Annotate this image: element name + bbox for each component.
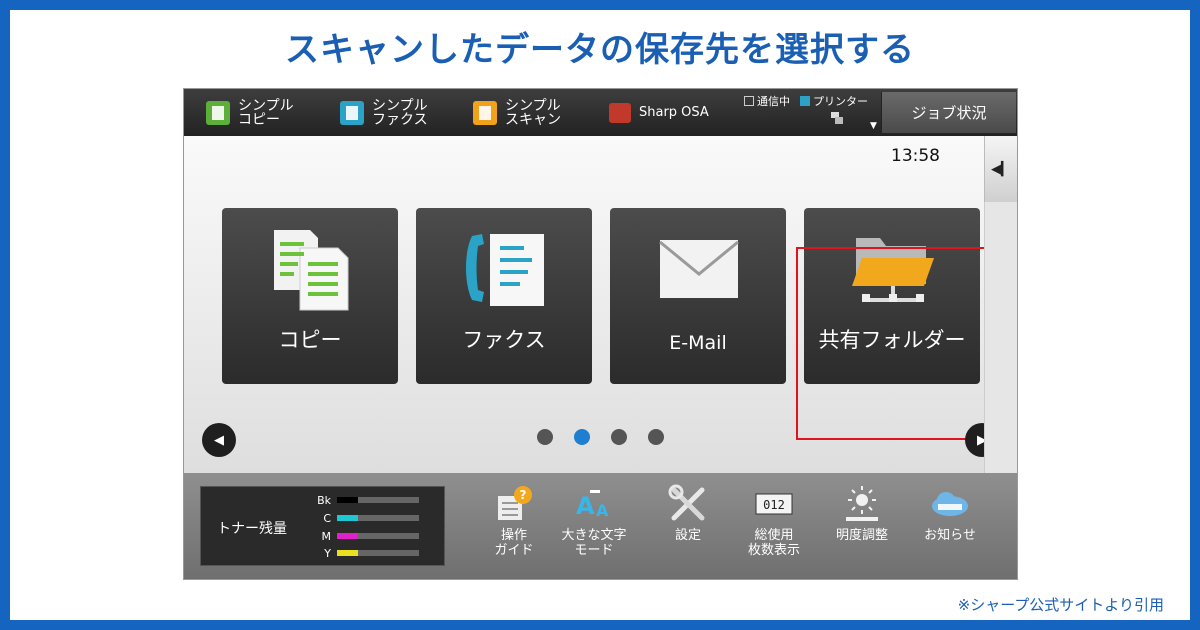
page-dot[interactable]	[611, 429, 627, 445]
page-dot-active[interactable]	[574, 429, 590, 445]
printer-dropdown-icon[interactable]: ▼	[870, 121, 877, 131]
toner-level-panel: トナー残量 Bk C M Y	[200, 486, 445, 566]
tool-label: 総使用 枚数表示	[747, 528, 800, 558]
simple-fax-icon	[340, 101, 364, 125]
clock: 13:58	[891, 146, 940, 166]
svg-text:A: A	[576, 492, 595, 520]
brightness-icon	[846, 486, 878, 521]
chevron-left-icon: ◀	[214, 432, 224, 448]
notifications-button[interactable]: お知らせ	[912, 483, 988, 543]
toner-title: トナー残量	[217, 521, 287, 537]
status-indicators: 通信中 プリンター	[744, 93, 868, 109]
quick-label: シンプル コピー	[238, 98, 294, 128]
toner-fill	[337, 515, 358, 521]
tools-icon	[668, 484, 705, 521]
settings-button[interactable]: 設定	[650, 483, 726, 543]
printer-indicator-icon	[800, 96, 810, 106]
sharp-osa-icon	[609, 103, 631, 123]
simple-scan-icon	[473, 101, 497, 125]
brightness-button[interactable]: 明度調整	[824, 483, 900, 543]
side-arrow-icon: ◀▎	[991, 161, 1011, 177]
tool-label: 大きな文字 モード	[561, 528, 627, 558]
home-main-area: 13:58 コピー ファクス E-Mail 共有フォルダー ◀ ▶	[184, 136, 999, 473]
side-panel-track	[984, 202, 1017, 473]
top-bar: シンプル コピー シンプル ファクス シンプル スキャン Sharp OSA 通…	[184, 89, 1017, 136]
web-cloud-icon	[932, 492, 968, 516]
tile-label: ファクス	[462, 328, 546, 352]
printer-icon[interactable]	[830, 111, 844, 125]
toner-row-bk: Bk	[311, 493, 419, 507]
toner-key: Y	[324, 546, 331, 560]
tool-label: 設定	[674, 528, 701, 543]
email-tile[interactable]: E-Mail	[610, 208, 786, 384]
tile-label: E-Mail	[669, 332, 727, 354]
toner-row-y: Y	[311, 546, 419, 560]
page-dot[interactable]	[537, 429, 553, 445]
quick-label: Sharp OSA	[639, 105, 709, 120]
quick-label: シンプル スキャン	[505, 98, 561, 128]
comm-indicator-icon	[744, 96, 754, 106]
toner-key: Bk	[317, 493, 331, 507]
svg-text:012: 012	[763, 498, 785, 512]
page-dot[interactable]	[648, 429, 664, 445]
fax-icon	[466, 234, 544, 306]
envelope-icon	[659, 240, 739, 298]
toner-key: C	[323, 511, 331, 525]
tile-label: コピー	[278, 328, 342, 352]
toner-row-c: C	[311, 511, 419, 525]
bottom-bar: トナー残量 Bk C M Y ? 操作 ガイド A A 大きな文字 モード 設定…	[184, 473, 1017, 579]
toner-fill	[337, 550, 358, 556]
printer-panel-screen: シンプル コピー シンプル ファクス シンプル スキャン Sharp OSA 通…	[183, 88, 1018, 580]
toner-row-m: M	[311, 529, 419, 543]
page-title: スキャンしたデータの保存先を選択する	[285, 30, 915, 70]
quick-simple-scan-button[interactable]: シンプル スキャン	[473, 98, 561, 128]
source-credit: ※シャープ公式サイトより引用	[957, 596, 1164, 614]
side-panel-toggle[interactable]: ◀▎	[984, 136, 1017, 202]
fax-tile[interactable]: ファクス	[416, 208, 592, 384]
toner-fill	[337, 533, 358, 539]
job-status-button[interactable]: ジョブ状況	[881, 92, 1016, 133]
svg-text:?: ?	[520, 488, 527, 502]
quick-sharp-osa-button[interactable]: Sharp OSA	[609, 98, 709, 128]
large-text-icon: A A	[576, 490, 609, 520]
total-count-button[interactable]: 012 総使用 枚数表示	[736, 483, 812, 558]
svg-text:A: A	[596, 501, 609, 520]
tool-label: お知らせ	[924, 528, 976, 543]
quick-label: シンプル ファクス	[372, 98, 428, 128]
comm-status: 通信中	[744, 93, 790, 109]
guide-book-icon: ?	[498, 486, 532, 520]
printer-status: プリンター	[800, 93, 868, 109]
simple-copy-icon	[206, 101, 230, 125]
page-indicator	[537, 429, 664, 445]
quick-simple-fax-button[interactable]: シンプル ファクス	[340, 98, 428, 128]
large-text-mode-button[interactable]: A A 大きな文字 モード	[556, 483, 632, 558]
tool-label: 明度調整	[835, 528, 888, 543]
page-prev-button[interactable]: ◀	[202, 423, 236, 457]
selection-highlight	[796, 247, 986, 440]
copy-icon	[274, 230, 349, 311]
toner-fill	[337, 497, 358, 503]
operation-guide-button[interactable]: ? 操作 ガイド	[476, 483, 552, 558]
tool-label: 操作 ガイド	[494, 528, 534, 558]
quick-simple-copy-button[interactable]: シンプル コピー	[206, 98, 294, 128]
counter-icon: 012	[755, 493, 793, 515]
toner-key: M	[321, 529, 332, 543]
copy-tile[interactable]: コピー	[222, 208, 398, 384]
